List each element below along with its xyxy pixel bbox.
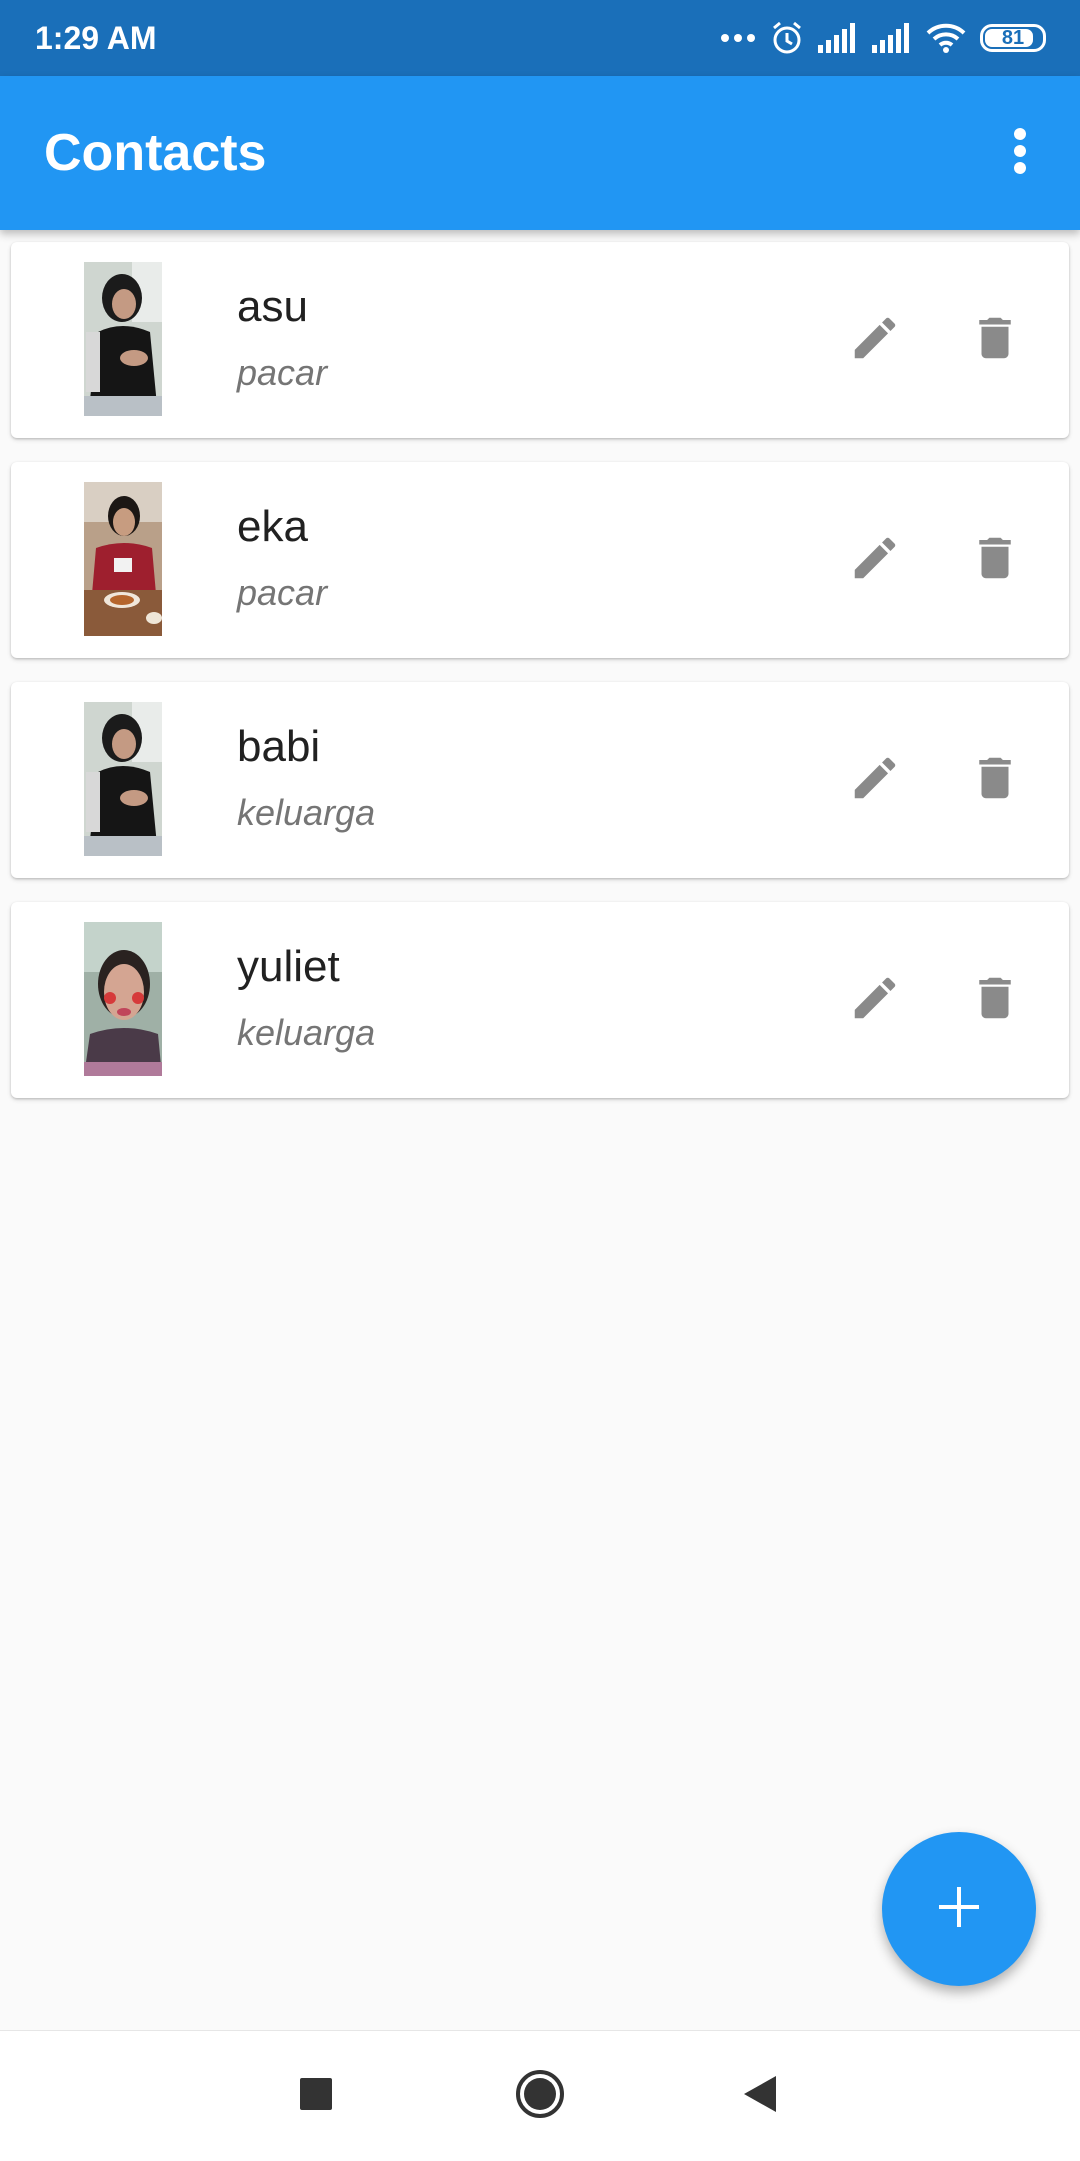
system-nav-bar	[0, 2030, 1080, 2161]
contact-avatar	[84, 482, 162, 636]
contact-avatar	[84, 922, 162, 1076]
back-icon	[742, 2074, 778, 2119]
contact-name: yuliet	[237, 942, 340, 991]
delete-button[interactable]	[955, 960, 1035, 1040]
page-title: Contacts	[44, 124, 267, 182]
trash-icon	[968, 311, 1022, 370]
pencil-icon	[848, 751, 902, 810]
contact-name: asu	[237, 282, 308, 331]
edit-button[interactable]	[835, 960, 915, 1040]
signal-icon	[872, 23, 912, 53]
edit-button[interactable]	[835, 300, 915, 380]
home-icon	[515, 2069, 565, 2124]
contact-name: eka	[237, 502, 308, 551]
status-bar: 1:29 AM 81	[0, 0, 1080, 76]
contact-avatar	[84, 702, 162, 856]
contact-card[interactable]: eka pacar	[11, 462, 1069, 658]
home-button[interactable]	[500, 2056, 580, 2136]
pencil-icon	[848, 971, 902, 1030]
edit-button[interactable]	[835, 740, 915, 820]
delete-button[interactable]	[955, 740, 1035, 820]
edit-button[interactable]	[835, 520, 915, 600]
contact-avatar	[84, 262, 162, 416]
status-icons: 81	[720, 0, 1046, 76]
battery-level: 81	[1001, 26, 1025, 49]
contacts-list: asu pacar eka pacar babi keluarga yuliet…	[11, 242, 1069, 1122]
app-bar: Contacts	[0, 76, 1080, 230]
recents-icon	[299, 2077, 333, 2116]
add-contact-button[interactable]	[882, 1832, 1036, 1986]
status-time: 1:29 AM	[35, 20, 157, 56]
trash-icon	[968, 531, 1022, 590]
battery-icon: 81	[980, 24, 1046, 52]
contact-group: keluarga	[237, 1012, 376, 1053]
contact-group: keluarga	[237, 792, 376, 833]
contact-card[interactable]: yuliet keluarga	[11, 902, 1069, 1098]
delete-button[interactable]	[955, 520, 1035, 600]
recents-button[interactable]	[276, 2056, 356, 2136]
contact-card[interactable]: asu pacar	[11, 242, 1069, 438]
contact-card[interactable]: babi keluarga	[11, 682, 1069, 878]
delete-button[interactable]	[955, 300, 1035, 380]
contact-group: pacar	[237, 352, 328, 393]
contact-name: babi	[237, 722, 321, 771]
alarm-icon	[770, 21, 804, 55]
back-button[interactable]	[720, 2056, 800, 2136]
plus-icon	[937, 1885, 981, 1934]
trash-icon	[968, 751, 1022, 810]
pencil-icon	[848, 311, 902, 370]
trash-icon	[968, 971, 1022, 1030]
contact-group: pacar	[237, 572, 328, 613]
pencil-icon	[848, 531, 902, 590]
more-dots-icon	[720, 33, 756, 43]
more-options-button[interactable]	[980, 113, 1060, 193]
signal-icon	[818, 23, 858, 53]
more-vert-icon	[1013, 127, 1027, 179]
wifi-icon	[926, 22, 966, 54]
